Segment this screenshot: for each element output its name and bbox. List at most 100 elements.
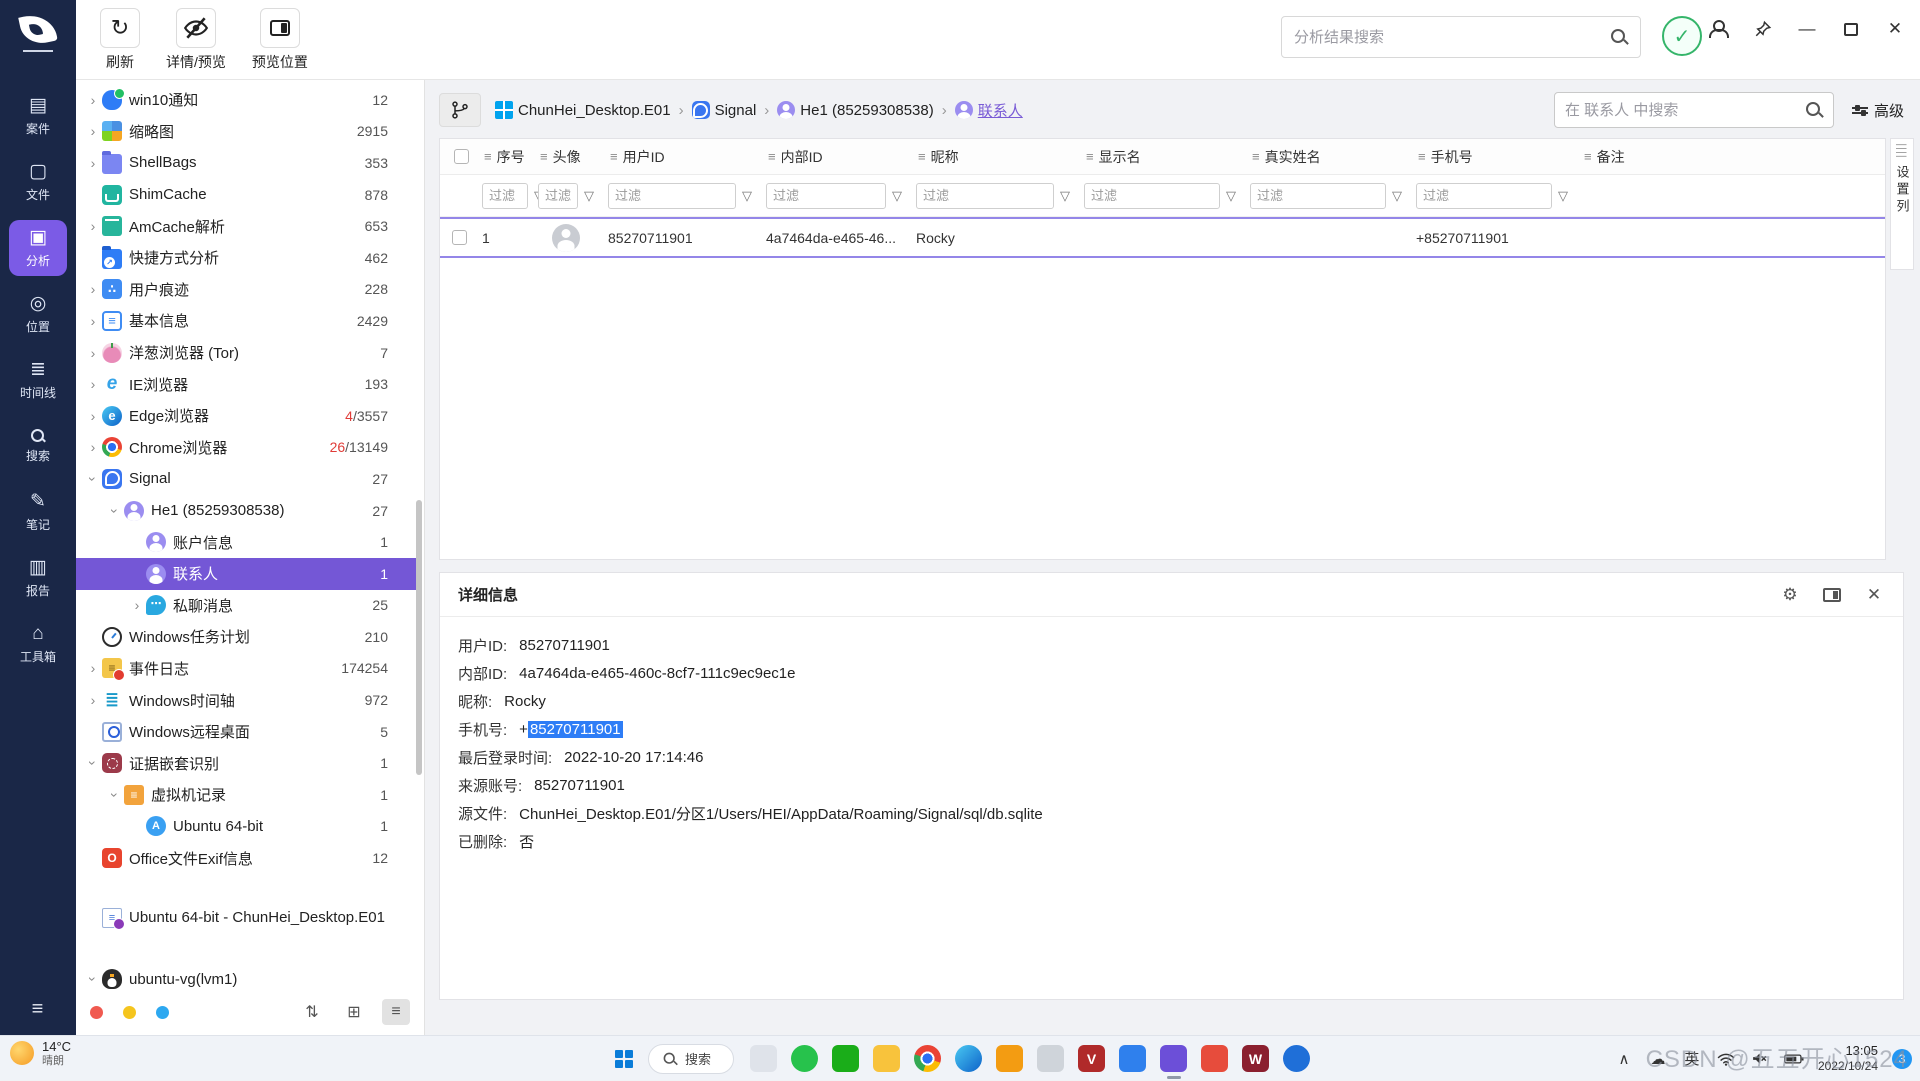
advanced-search-button[interactable]: 高级 <box>1852 100 1904 121</box>
filter-funnel-icon[interactable]: ▽ <box>1060 188 1070 204</box>
taskbar-app-red-app[interactable] <box>1201 1045 1228 1072</box>
grid-view-icon[interactable]: ⊞ <box>340 999 368 1025</box>
taskbar-app-orange-app[interactable] <box>996 1045 1023 1072</box>
details-close-icon[interactable]: ✕ <box>1863 584 1885 606</box>
tree-item[interactable]: ›基本信息2429 <box>76 305 418 337</box>
chevron-right-icon[interactable]: › <box>84 123 102 139</box>
column-header[interactable]: ≡序号 <box>482 147 538 167</box>
filter-input-7[interactable] <box>1084 183 1220 209</box>
tree-item[interactable]: ›事件日志174254 <box>76 653 418 685</box>
chevron-right-icon[interactable]: › <box>84 439 102 455</box>
column-settings-tab[interactable]: |||| 设置列 <box>1890 138 1914 270</box>
chevron-down-icon[interactable]: › <box>107 502 123 520</box>
taskbar-app-blue-app[interactable] <box>1119 1045 1146 1072</box>
minimize-button[interactable]: — <box>1796 18 1818 40</box>
tree-item[interactable]: ›缩略图2915 <box>76 116 418 148</box>
tree-item[interactable]: ShimCache878 <box>76 179 418 211</box>
tree-item[interactable]: ›证据嵌套识别1 <box>76 747 418 779</box>
taskbar-app-forensic-app[interactable] <box>1160 1045 1187 1072</box>
tree-item[interactable]: Ubuntu 64-bit1 <box>76 811 418 843</box>
tree-item[interactable]: ›Windows时间轴972 <box>76 684 418 716</box>
taskbar-app-blue-circle-app[interactable] <box>1283 1045 1310 1072</box>
collapse-tree-icon[interactable]: ⇅ <box>298 999 326 1025</box>
license-status-icon[interactable]: ✓ <box>1662 16 1702 56</box>
filter-input-5[interactable] <box>766 183 886 209</box>
tree-item[interactable]: ›虚拟机记录1 <box>76 779 418 811</box>
taskbar-app-w-app[interactable]: W <box>1242 1045 1269 1072</box>
rail-item-search[interactable]: 搜索 <box>9 418 67 474</box>
column-header[interactable]: ≡内部ID <box>766 147 916 167</box>
chevron-right-icon[interactable]: › <box>84 92 102 108</box>
tree-item[interactable]: Ubuntu 64-bit - ChunHei_Desktop.E01 <box>76 902 418 934</box>
filter-funnel-icon[interactable]: ▽ <box>584 188 594 204</box>
taskbar-app-chrome[interactable] <box>914 1045 941 1072</box>
blue-status-dot[interactable] <box>156 1006 169 1019</box>
detail-preview-button[interactable]: 详情/预览 <box>166 8 226 72</box>
chevron-right-icon[interactable]: › <box>84 692 102 708</box>
notification-count-badge[interactable]: 3 <box>1892 1049 1912 1069</box>
chevron-right-icon[interactable]: › <box>84 376 102 392</box>
chevron-right-icon[interactable]: › <box>84 408 102 424</box>
tree-item[interactable]: ›ShellBags353 <box>76 147 418 179</box>
chevron-right-icon[interactable]: › <box>84 218 102 234</box>
input-language-indicator[interactable]: 英 <box>1682 1048 1702 1069</box>
tree-item[interactable]: ›win10通知12 <box>76 84 418 116</box>
breadcrumb-item[interactable]: He1 (85259308538) <box>777 101 933 119</box>
rail-item-case[interactable]: ▤案件 <box>9 88 67 144</box>
sidebar-scrollbar[interactable] <box>416 500 422 775</box>
tree-item[interactable]: 快捷方式分析462 <box>76 242 418 274</box>
list-view-icon[interactable]: ≡ <box>382 999 410 1025</box>
contact-search-input[interactable] <box>1565 102 1805 119</box>
filter-funnel-icon[interactable]: ▽ <box>1226 188 1236 204</box>
tree-item[interactable]: ›用户痕迹228 <box>76 274 418 306</box>
chevron-right-icon[interactable]: › <box>128 597 146 613</box>
tree-item[interactable]: ›IE浏览器193 <box>76 368 418 400</box>
column-header[interactable]: ≡用户ID <box>608 147 766 167</box>
filter-funnel-icon[interactable]: ▽ <box>892 188 902 204</box>
tree-item[interactable]: Windows任务计划210 <box>76 621 418 653</box>
breadcrumb-item[interactable]: ChunHei_Desktop.E01 <box>495 101 671 119</box>
red-status-dot[interactable] <box>90 1006 103 1019</box>
tree-item[interactable]: ›Signal27 <box>76 463 418 495</box>
taskbar-weather[interactable]: 14°C 晴朗 <box>10 1039 71 1068</box>
rail-item-files[interactable]: ▢文件 <box>9 154 67 210</box>
filter-input-3[interactable] <box>538 183 578 209</box>
onedrive-cloud-icon[interactable]: ☁ <box>1648 1050 1668 1068</box>
chevron-right-icon[interactable]: › <box>84 313 102 329</box>
column-header[interactable]: ≡显示名 <box>1084 147 1250 167</box>
tray-chevron-up-icon[interactable]: ∧ <box>1614 1050 1634 1068</box>
tree-item[interactable]: ›私聊消息25 <box>76 590 418 622</box>
taskbar-app-wechat[interactable] <box>791 1045 818 1072</box>
user-account-icon[interactable] <box>1708 18 1730 40</box>
contact-search-box[interactable] <box>1554 92 1834 128</box>
rail-item-timeline[interactable]: ≣时间线 <box>9 352 67 408</box>
row-checkbox[interactable] <box>452 230 467 245</box>
filter-input-2[interactable] <box>482 183 528 209</box>
search-icon[interactable] <box>1610 28 1628 46</box>
filter-input-6[interactable] <box>916 183 1054 209</box>
chevron-right-icon[interactable]: › <box>84 345 102 361</box>
menu-hamburger-icon[interactable]: ≡ <box>0 998 76 1021</box>
table-row[interactable]: 1852707119014a7464da-e465-46...Rocky+852… <box>440 217 1885 258</box>
column-header[interactable]: ≡昵称 <box>916 147 1084 167</box>
preview-position-button[interactable]: 预览位置 <box>252 8 308 72</box>
rail-item-report[interactable]: ▥报告 <box>9 550 67 606</box>
tree-item[interactable]: ›Edge浏览器4/3557 <box>76 400 418 432</box>
breadcrumb-item[interactable]: Signal <box>692 101 757 119</box>
rail-item-location[interactable]: ◎位置 <box>9 286 67 342</box>
wifi-icon[interactable] <box>1716 1052 1736 1066</box>
filter-funnel-icon[interactable]: ▽ <box>1392 188 1402 204</box>
tree-item[interactable]: ›AmCache解析653 <box>76 210 418 242</box>
tree-item[interactable]: ›He1 (85259308538)27 <box>76 495 418 527</box>
battery-icon[interactable] <box>1784 1053 1804 1065</box>
refresh-button[interactable]: ↻ 刷新 <box>100 8 140 72</box>
filter-funnel-icon[interactable]: ▽ <box>742 188 752 204</box>
yellow-status-dot[interactable] <box>123 1006 136 1019</box>
filter-input-8[interactable] <box>1250 183 1386 209</box>
select-all-checkbox[interactable] <box>454 149 469 164</box>
breadcrumb-item[interactable]: 联系人 <box>955 100 1023 121</box>
chevron-right-icon[interactable]: › <box>84 281 102 297</box>
taskbar-app-green-app[interactable] <box>832 1045 859 1072</box>
maximize-button[interactable] <box>1840 18 1862 40</box>
chevron-down-icon[interactable]: › <box>85 970 101 988</box>
